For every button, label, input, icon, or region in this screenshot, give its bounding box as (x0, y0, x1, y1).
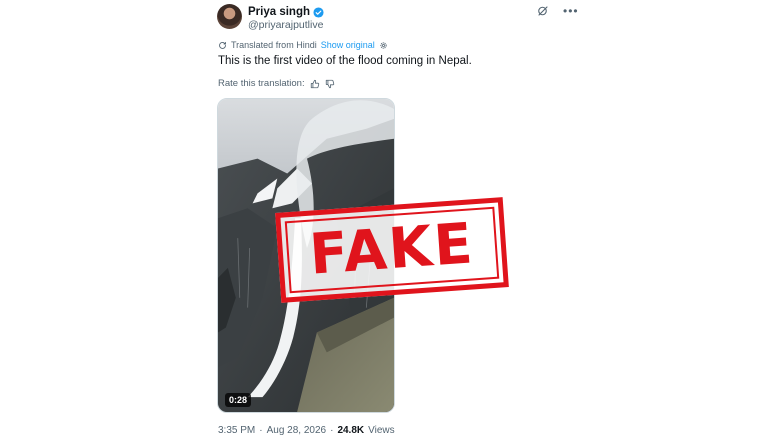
tweet-meta: 3:35 PM · Aug 28, 2026 · 24.8K Views (218, 425, 395, 436)
author-name-row[interactable]: Priya singh (248, 6, 324, 18)
thumbs-up-icon[interactable] (310, 79, 320, 89)
more-options-icon[interactable]: ••• (563, 5, 579, 17)
tweet-top-actions: ••• (537, 5, 579, 17)
show-original-link[interactable]: Show original (321, 40, 375, 50)
tweet-text: This is the first video of the flood com… (218, 55, 472, 67)
meta-separator: · (259, 425, 263, 436)
meta-separator: · (330, 425, 334, 436)
avatar[interactable] (217, 4, 242, 29)
fake-stamp-overlay: FAKE (275, 197, 509, 303)
author-display-name[interactable]: Priya singh (248, 6, 310, 18)
gear-icon[interactable] (379, 41, 388, 50)
thumbs-down-icon[interactable] (325, 79, 335, 89)
verified-badge-icon (313, 6, 324, 18)
video-duration-badge: 0:28 (225, 393, 252, 407)
rate-translation: Rate this translation: (218, 78, 335, 89)
tweet-time[interactable]: 3:35 PM (218, 425, 255, 436)
views-label: Views (368, 425, 395, 436)
fake-stamp-inner-border (284, 206, 500, 294)
author-handle[interactable]: @priyarajputlive (248, 19, 323, 31)
translate-icon (219, 41, 226, 49)
rate-translation-label: Rate this translation: (218, 78, 305, 89)
grok-icon[interactable] (537, 5, 549, 17)
views-count: 24.8K (337, 425, 365, 436)
translation-notice: Translated from Hindi Show original (218, 40, 388, 50)
translated-from-label: Translated from Hindi (231, 40, 317, 50)
tweet-date[interactable]: Aug 28, 2026 (267, 425, 327, 436)
